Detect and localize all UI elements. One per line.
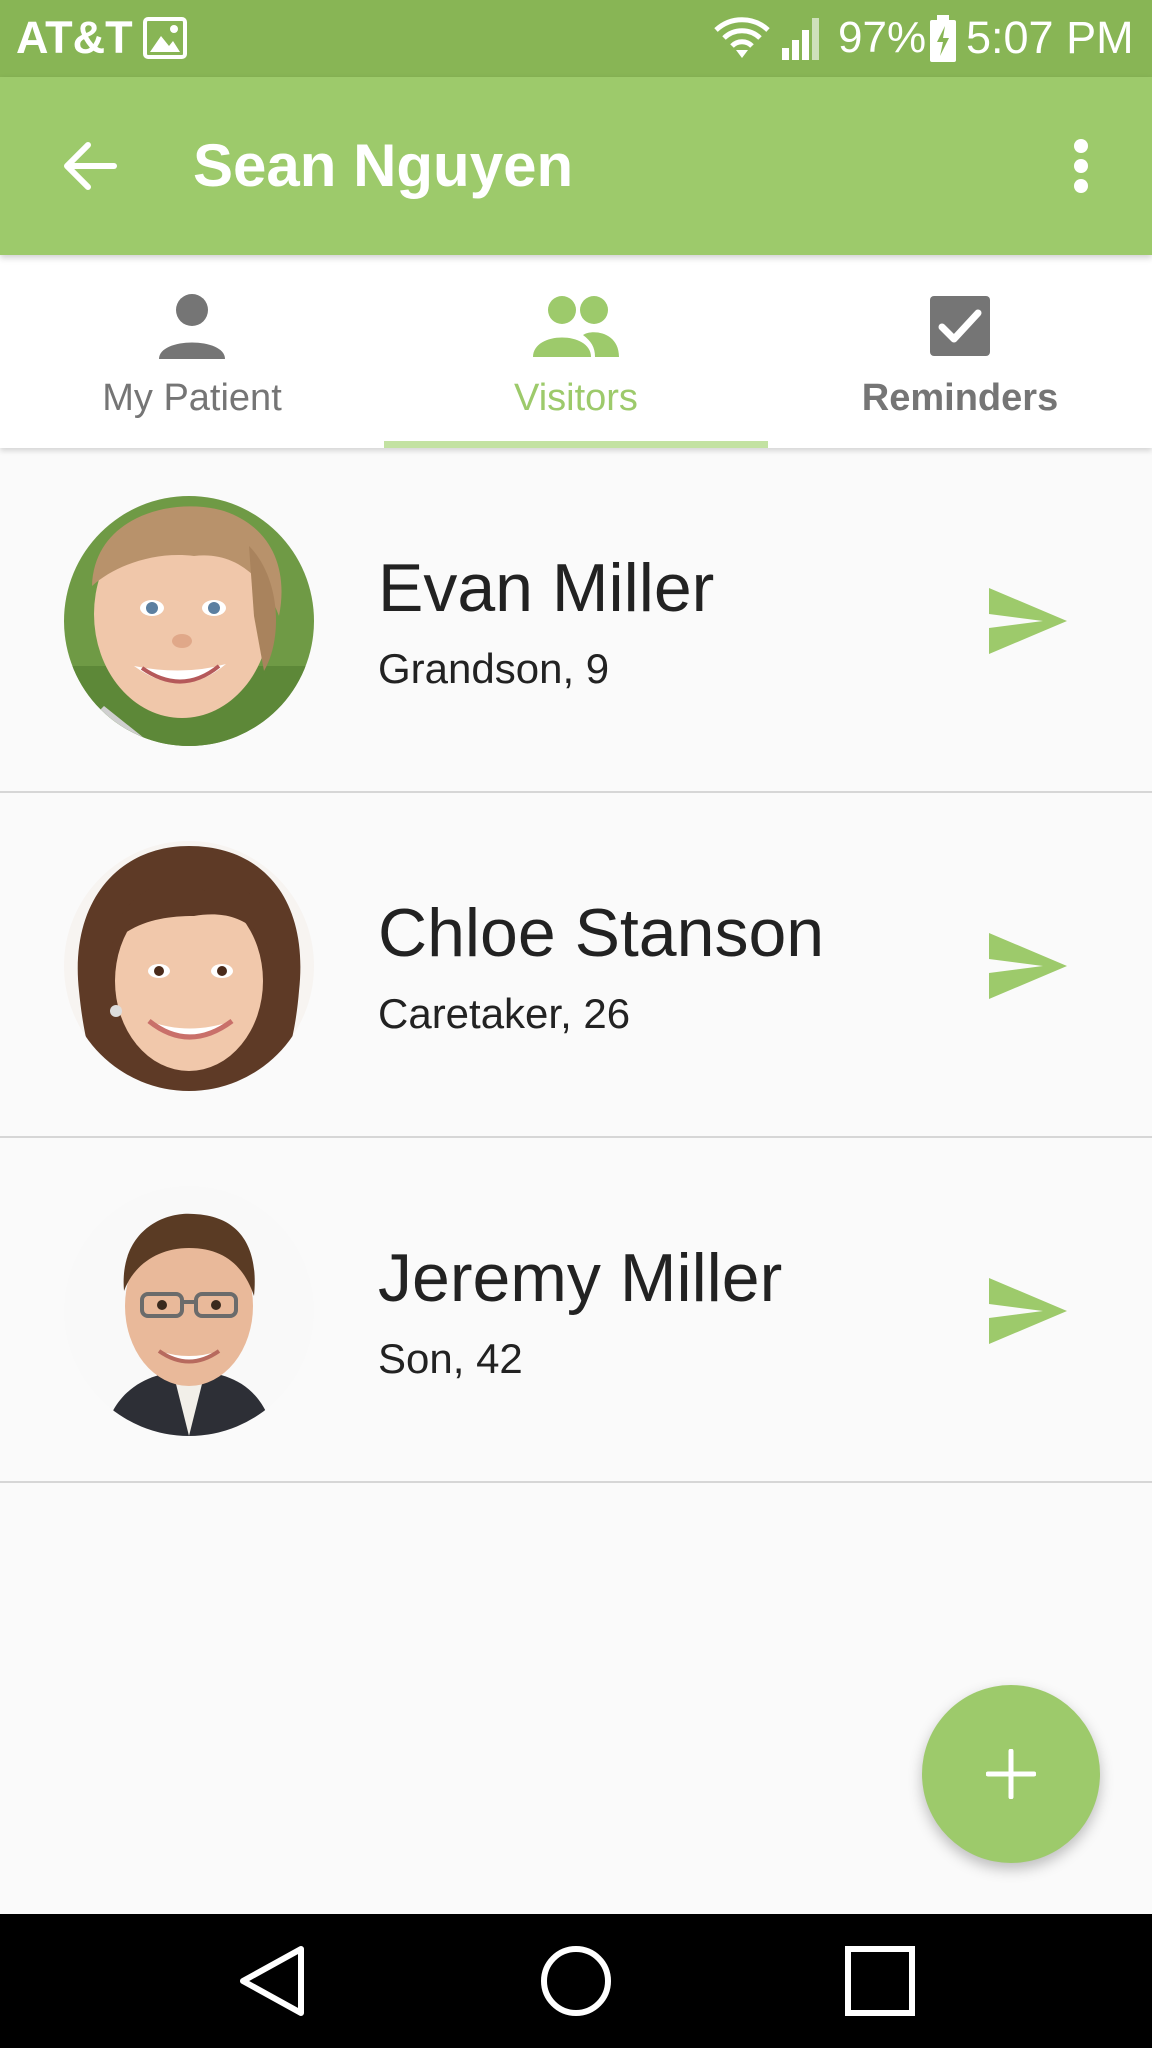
tab-label: Reminders [861, 377, 1059, 419]
overflow-menu-button[interactable] [1058, 129, 1104, 203]
recents-square-icon [845, 1946, 915, 2016]
nav-home-button[interactable] [526, 1936, 626, 2026]
man-photo [64, 1186, 314, 1436]
visitor-name: Jeremy Miller [378, 1240, 783, 1316]
back-triangle-icon [240, 1946, 304, 2016]
person-icon [0, 291, 384, 361]
people-icon [384, 291, 768, 361]
checkbox-icon [768, 291, 1152, 361]
visitor-detail: Grandson, 9 [378, 645, 610, 692]
list-item[interactable]: Jeremy Miller Son, 42 [0, 1138, 1152, 1483]
nav-recents-button[interactable] [830, 1936, 930, 2026]
send-icon [989, 933, 1067, 999]
home-circle-icon [541, 1946, 611, 2016]
child-photo [64, 496, 314, 746]
visitor-name: Evan Miller [378, 550, 715, 626]
visitor-detail: Caretaker, 26 [378, 990, 631, 1037]
status-bar: AT&T 97% 5:07 PM [0, 0, 1152, 77]
woman-photo [64, 841, 314, 1091]
signal-icon [780, 14, 824, 62]
send-message-button[interactable] [980, 576, 1076, 666]
back-button[interactable] [56, 132, 124, 200]
carrier-label: AT&T [16, 12, 133, 63]
avatar [64, 496, 314, 746]
visitor-list: Evan Miller Grandson, 9 Chloe Stanson Ca… [0, 448, 1152, 1483]
tab-visitors[interactable]: Visitors [384, 255, 768, 448]
app-bar: Sean Nguyen [0, 77, 1152, 255]
avatar [64, 1186, 314, 1436]
add-visitor-button[interactable] [922, 1685, 1100, 1863]
send-icon [989, 588, 1067, 654]
gallery-icon [142, 16, 188, 60]
battery-charging-icon [928, 14, 958, 64]
clock: 5:07 PM [966, 12, 1134, 63]
tab-my-patient[interactable]: My Patient [0, 255, 384, 448]
send-message-button[interactable] [980, 921, 1076, 1011]
more-vert-icon [1074, 139, 1088, 193]
tab-bar: My Patient Visitors Reminders [0, 255, 1152, 448]
send-message-button[interactable] [980, 1266, 1076, 1356]
system-nav-bar [0, 1914, 1152, 2048]
list-item[interactable]: Evan Miller Grandson, 9 [0, 448, 1152, 793]
visitor-name: Chloe Stanson [378, 895, 825, 971]
send-icon [989, 1278, 1067, 1344]
active-tab-indicator [384, 441, 768, 448]
tab-label: Visitors [514, 377, 638, 419]
plus-icon [986, 1749, 1036, 1799]
tab-label: My Patient [102, 377, 282, 419]
page-title: Sean Nguyen [193, 132, 574, 199]
battery-percent: 97% [838, 13, 927, 62]
nav-back-button[interactable] [222, 1936, 322, 2026]
tab-reminders[interactable]: Reminders [768, 255, 1152, 448]
avatar [64, 841, 314, 1091]
wifi-icon [712, 14, 772, 62]
arrow-back-icon [64, 142, 117, 190]
visitor-detail: Son, 42 [378, 1335, 523, 1382]
list-item[interactable]: Chloe Stanson Caretaker, 26 [0, 793, 1152, 1138]
